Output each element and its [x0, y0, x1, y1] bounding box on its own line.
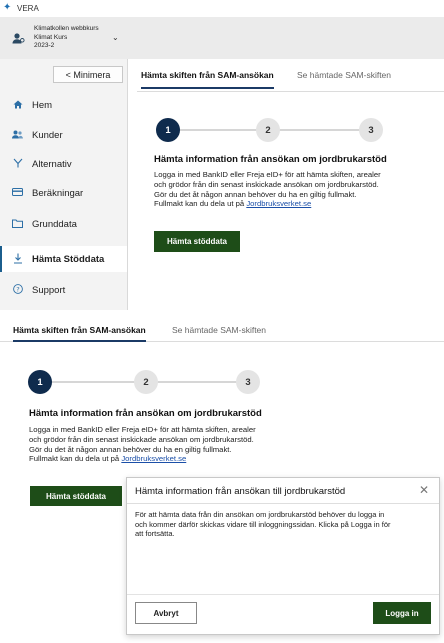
jordbruksverket-link[interactable]: Jordbruksverket.se: [121, 454, 186, 463]
jordbruksverket-link[interactable]: Jordbruksverket.se: [246, 199, 311, 208]
info-line-text: Fullmakt kan du dela ut på: [29, 454, 122, 464]
sidebar-item-label: Kunder: [32, 129, 63, 141]
dialog-divider: [127, 503, 439, 504]
hamta-stoddata-button[interactable]: Hämta stöddata: [154, 231, 240, 252]
tab-bar-bottom: Hämta skiften från SAM-ansökan Se hämtad…: [0, 322, 444, 342]
tab-hamta-skiften[interactable]: Hämta skiften från SAM-ansökan: [141, 70, 274, 89]
vera-logo-icon: ✦: [3, 2, 12, 13]
sidebar: < Minimera Hem Kunder Alternativ Beräkni…: [0, 59, 128, 310]
chevron-down-icon[interactable]: ⌄: [112, 33, 119, 42]
dialog-body-line: att fortsätta.: [135, 529, 175, 539]
tab-se-hamtade[interactable]: Se hämtade SAM-skiften: [297, 70, 391, 87]
step-2: 2: [256, 118, 280, 142]
hamta-stoddata-button[interactable]: Hämta stöddata: [30, 486, 122, 506]
stepper-bottom: 1 2 3: [28, 370, 266, 394]
svg-text:?: ?: [16, 285, 19, 293]
account-selector[interactable]: Klimatkollen webbkurs Klimat Kurs 2023-2…: [0, 17, 444, 59]
app-title-bar: ✦ VERA: [0, 0, 444, 16]
info-text: Logga in med BankID eller Freja eID+ för…: [154, 170, 440, 209]
card-icon: [12, 188, 23, 198]
folder-icon: [12, 219, 23, 230]
download-icon: [12, 253, 23, 266]
info-line: och grödor från din senast inskickade an…: [154, 179, 379, 189]
info-line: Fullmakt kan du dela ut på Jordbruksverk…: [154, 199, 440, 209]
step-2: 2: [134, 370, 158, 394]
info-line: Gör du det åt någon annan behöver du ha …: [29, 444, 232, 454]
dialog-title: Hämta information från ansökan till jord…: [135, 486, 346, 497]
info-line-text: Fullmakt kan du dela ut på: [154, 199, 247, 209]
account-org: Klimatkollen webbkurs: [34, 25, 99, 33]
sidebar-item-support[interactable]: ? Support: [0, 277, 127, 303]
info-line: Gör du det åt någon annan behöver du ha …: [154, 189, 357, 199]
screenshot-separator: [0, 312, 444, 320]
home-icon: [12, 100, 23, 111]
step-3: 3: [359, 118, 383, 142]
stepper: 1 2 3: [156, 118, 386, 142]
minimize-button[interactable]: < Minimera: [53, 66, 123, 83]
sidebar-item-kunder[interactable]: Kunder: [0, 122, 127, 148]
dialog-footer-divider: [127, 594, 439, 595]
sidebar-item-alternativ[interactable]: Alternativ: [0, 151, 127, 177]
dialog-body: För att hämta data från din ansökan om j…: [135, 510, 431, 539]
login-dialog: Hämta information från ansökan till jord…: [126, 477, 440, 635]
sidebar-item-berakningar[interactable]: Beräkningar: [0, 180, 127, 206]
help-icon: ?: [12, 284, 23, 296]
sidebar-item-label: Alternativ: [32, 158, 72, 170]
users-icon: [12, 130, 23, 141]
info-line: Logga in med BankID eller Freja eID+ för…: [154, 170, 381, 179]
sidebar-item-label: Support: [32, 284, 66, 296]
tab-hamta-skiften[interactable]: Hämta skiften från SAM-ansökan: [13, 325, 146, 342]
sidebar-item-label: Beräkningar: [32, 187, 84, 199]
account-period: 2023-2: [34, 42, 55, 50]
dialog-body-line: och kommer därför skickas vidare till in…: [135, 519, 391, 529]
cancel-button[interactable]: Avbryt: [135, 602, 197, 624]
info-line: Logga in med BankID eller Freja eID+ för…: [29, 425, 256, 434]
page-heading: Hämta information från ansökan om jordbr…: [29, 408, 262, 419]
sidebar-item-label: Grunddata: [32, 218, 77, 230]
app-title: VERA: [17, 3, 39, 13]
page-heading: Hämta information från ansökan om jordbr…: [154, 154, 387, 165]
step-1: 1: [156, 118, 180, 142]
sidebar-item-hamta-stoddata[interactable]: Hämta Stöddata: [0, 246, 127, 272]
sidebar-item-hem[interactable]: Hem: [0, 92, 127, 118]
info-text: Logga in med BankID eller Freja eID+ för…: [29, 425, 329, 464]
account-icon: [11, 31, 25, 45]
sidebar-item-grunddata[interactable]: Grunddata: [0, 211, 127, 237]
account-course: Klimat Kurs: [34, 33, 68, 41]
step-3: 3: [236, 370, 260, 394]
close-icon[interactable]: ✕: [419, 483, 429, 497]
tab-se-hamtade[interactable]: Se hämtade SAM-skiften: [172, 325, 266, 342]
info-line: och grödor från din senast inskickade an…: [29, 434, 254, 444]
info-line: Fullmakt kan du dela ut på Jordbruksverk…: [29, 454, 329, 464]
login-button[interactable]: Logga in: [373, 602, 431, 624]
sidebar-item-label: Hämta Stöddata: [32, 253, 105, 265]
sidebar-item-label: Hem: [32, 99, 53, 111]
step-1: 1: [28, 370, 52, 394]
branch-icon: [12, 158, 23, 170]
tab-bar: Hämta skiften från SAM-ansökan Se hämtad…: [137, 64, 444, 92]
dialog-body-line: För att hämta data från din ansökan om j…: [135, 510, 385, 519]
